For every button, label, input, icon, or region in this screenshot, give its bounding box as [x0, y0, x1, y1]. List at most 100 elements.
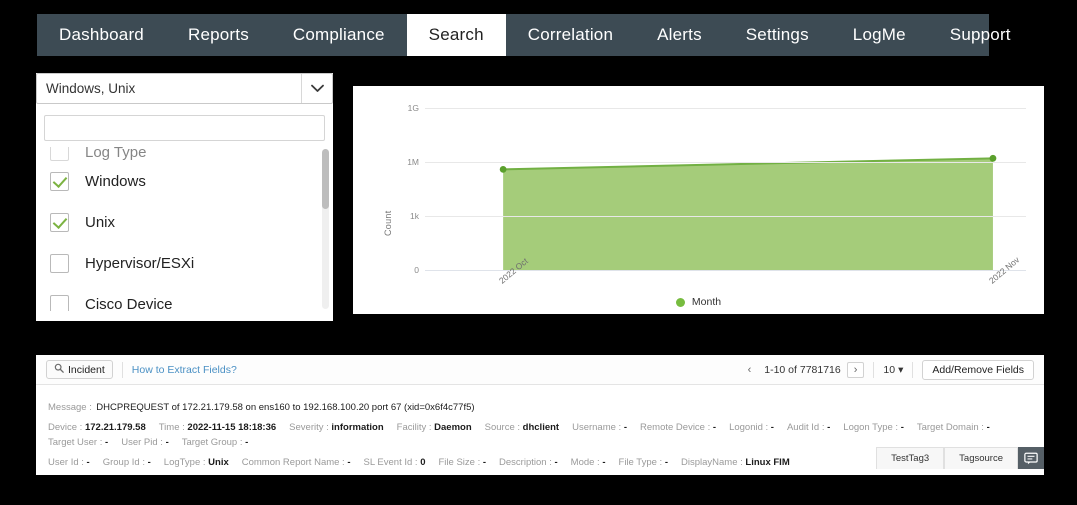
checkbox-checked-icon[interactable]	[50, 172, 69, 191]
device-type-dropdown-toggle[interactable]: Windows, Unix	[36, 73, 333, 104]
log-field-separator: :	[704, 422, 713, 433]
caret-down-icon: ▾	[898, 363, 904, 376]
device-type-option-cisco-device[interactable]: Cisco Device	[36, 284, 333, 311]
checkbox-icon[interactable]	[50, 254, 69, 273]
device-type-option-unix[interactable]: Unix	[36, 202, 333, 243]
log-field: Logon Type : -	[843, 419, 904, 434]
log-field-value: -	[165, 437, 169, 448]
log-field: Facility : Daemon	[397, 419, 472, 434]
chevron-right-icon[interactable]: ›	[846, 361, 865, 378]
chevron-down-icon[interactable]	[301, 74, 332, 103]
log-field-value: -	[86, 457, 90, 468]
incident-button-label: Incident	[68, 363, 105, 376]
checkbox-icon[interactable]	[50, 147, 69, 161]
chart-canvas: Count Month 0 1k 1M 1G 2022 Oct 2022 Nov	[353, 86, 1044, 314]
nav-item-dashboard[interactable]: Dashboard	[37, 14, 166, 56]
page-size-selector[interactable]: 10 ▾	[883, 364, 903, 376]
log-field-separator: :	[474, 457, 483, 468]
log-field-value: -	[147, 457, 151, 468]
log-field-separator: :	[157, 437, 166, 448]
log-field-value: dhclient	[522, 422, 560, 433]
log-field-value: -	[664, 457, 668, 468]
log-field: Username : -	[572, 419, 627, 434]
chevron-left-icon[interactable]: ‹	[741, 362, 759, 378]
log-field-value: -	[105, 437, 109, 448]
log-field-value: 2022-11-15 18:18:36	[187, 422, 277, 433]
log-field-value: Unix	[208, 457, 229, 468]
log-field-key: User Pid	[121, 437, 158, 448]
device-type-selected-value: Windows, Unix	[46, 81, 136, 96]
how-to-extract-fields-link[interactable]: How to Extract Fields?	[132, 364, 237, 376]
add-remove-fields-button[interactable]: Add/Remove Fields	[922, 359, 1034, 380]
device-type-filter-panel: Windows, Unix Log Type Windows Unix Hype…	[36, 73, 333, 321]
log-message-value: DHCPREQUEST of 172.21.179.58 on ens160 t…	[96, 402, 475, 413]
log-field-separator: :	[412, 457, 421, 468]
nav-item-reports[interactable]: Reports	[166, 14, 271, 56]
device-type-option-label: Windows	[85, 173, 146, 190]
tag-chip-testtag3[interactable]: TestTag3	[876, 447, 945, 469]
log-field-separator: :	[237, 437, 246, 448]
log-field: SL Event Id : 0	[364, 454, 426, 469]
log-field-separator: :	[78, 457, 87, 468]
log-field: LogType : Unix	[164, 454, 229, 469]
log-field: User Id : -	[48, 454, 90, 469]
log-field: Group Id : -	[103, 454, 151, 469]
device-type-option-list[interactable]: Log Type Windows Unix Hypervisor/ESXi Ci…	[36, 147, 333, 311]
log-field: Mode : -	[571, 454, 606, 469]
device-type-search-box[interactable]	[44, 115, 325, 141]
log-field-key: Group Id	[102, 457, 140, 468]
log-field-value: -	[900, 422, 904, 433]
events-over-time-chart-panel: Count Month 0 1k 1M 1G 2022 Oct 2022 Nov	[353, 86, 1044, 314]
log-field-key: Facility	[396, 422, 427, 433]
chart-legend: Month	[353, 296, 1044, 308]
log-field: Logonid : -	[729, 419, 774, 434]
log-field-key: Mode	[570, 457, 595, 468]
log-field: Target Group : -	[182, 434, 249, 449]
device-type-option-label: Unix	[85, 214, 116, 231]
pagination-range-label: 1-10 of 7781716	[764, 363, 841, 376]
nav-item-settings[interactable]: Settings	[724, 14, 831, 56]
tag-chip-tagsource[interactable]: Tagsource	[944, 447, 1018, 469]
results-toolbar: Incident How to Extract Fields? ‹ 1-10 o…	[36, 355, 1044, 385]
log-field-key: Audit Id	[786, 422, 820, 433]
device-type-option-hypervisor-esxi[interactable]: Hypervisor/ESXi	[36, 243, 333, 284]
log-field: Target Domain : -	[917, 419, 990, 434]
log-field-value: Linux FIM	[745, 457, 790, 468]
nav-item-support[interactable]: Support	[928, 14, 1033, 56]
nav-item-logme[interactable]: LogMe	[831, 14, 928, 56]
option-list-scrollbar-thumb[interactable]	[322, 149, 329, 209]
toolbar-divider	[912, 361, 914, 378]
chat-bubble-icon[interactable]	[1018, 447, 1044, 469]
chart-y-tick-label: 1G	[407, 103, 419, 113]
log-field-separator: :	[892, 422, 901, 433]
log-field-separator: :	[426, 422, 435, 433]
nav-item-alerts[interactable]: Alerts	[635, 14, 724, 56]
chart-y-tick-label: 1k	[410, 211, 419, 221]
nav-item-correlation[interactable]: Correlation	[506, 14, 635, 56]
device-type-option-clipped[interactable]: Log Type	[36, 147, 333, 161]
checkbox-checked-icon[interactable]	[50, 213, 69, 232]
toolbar-divider	[121, 361, 123, 378]
log-field-separator: :	[656, 457, 665, 468]
incident-search-icon	[54, 363, 64, 376]
device-type-option-windows[interactable]: Windows	[36, 161, 333, 202]
log-field-key: SL Event Id	[363, 457, 413, 468]
log-field-separator: :	[200, 457, 209, 468]
nav-item-search[interactable]: Search	[406, 14, 506, 56]
search-results-panel: Incident How to Extract Fields? ‹ 1-10 o…	[36, 355, 1044, 475]
log-fields-row-1: Device : 172.21.179.58 Time : 2022-11-15 …	[48, 419, 1032, 449]
device-type-search-input[interactable]	[45, 116, 324, 140]
tag-bar: TestTag3 Tagsource	[876, 447, 1044, 469]
nav-item-compliance[interactable]: Compliance	[271, 14, 407, 56]
log-field-value: 172.21.179.58	[84, 422, 146, 433]
log-field-key: Common Report Name	[241, 457, 340, 468]
incident-button[interactable]: Incident	[46, 360, 113, 379]
legend-label: Month	[691, 296, 722, 308]
log-field-separator: :	[97, 437, 106, 448]
log-field-value: -	[554, 457, 558, 468]
log-field-key: Target User	[48, 437, 98, 448]
log-field-value: -	[986, 422, 990, 433]
chart-gridline	[425, 162, 1026, 163]
log-field: Severity : information	[289, 419, 384, 434]
checkbox-icon[interactable]	[50, 295, 69, 311]
